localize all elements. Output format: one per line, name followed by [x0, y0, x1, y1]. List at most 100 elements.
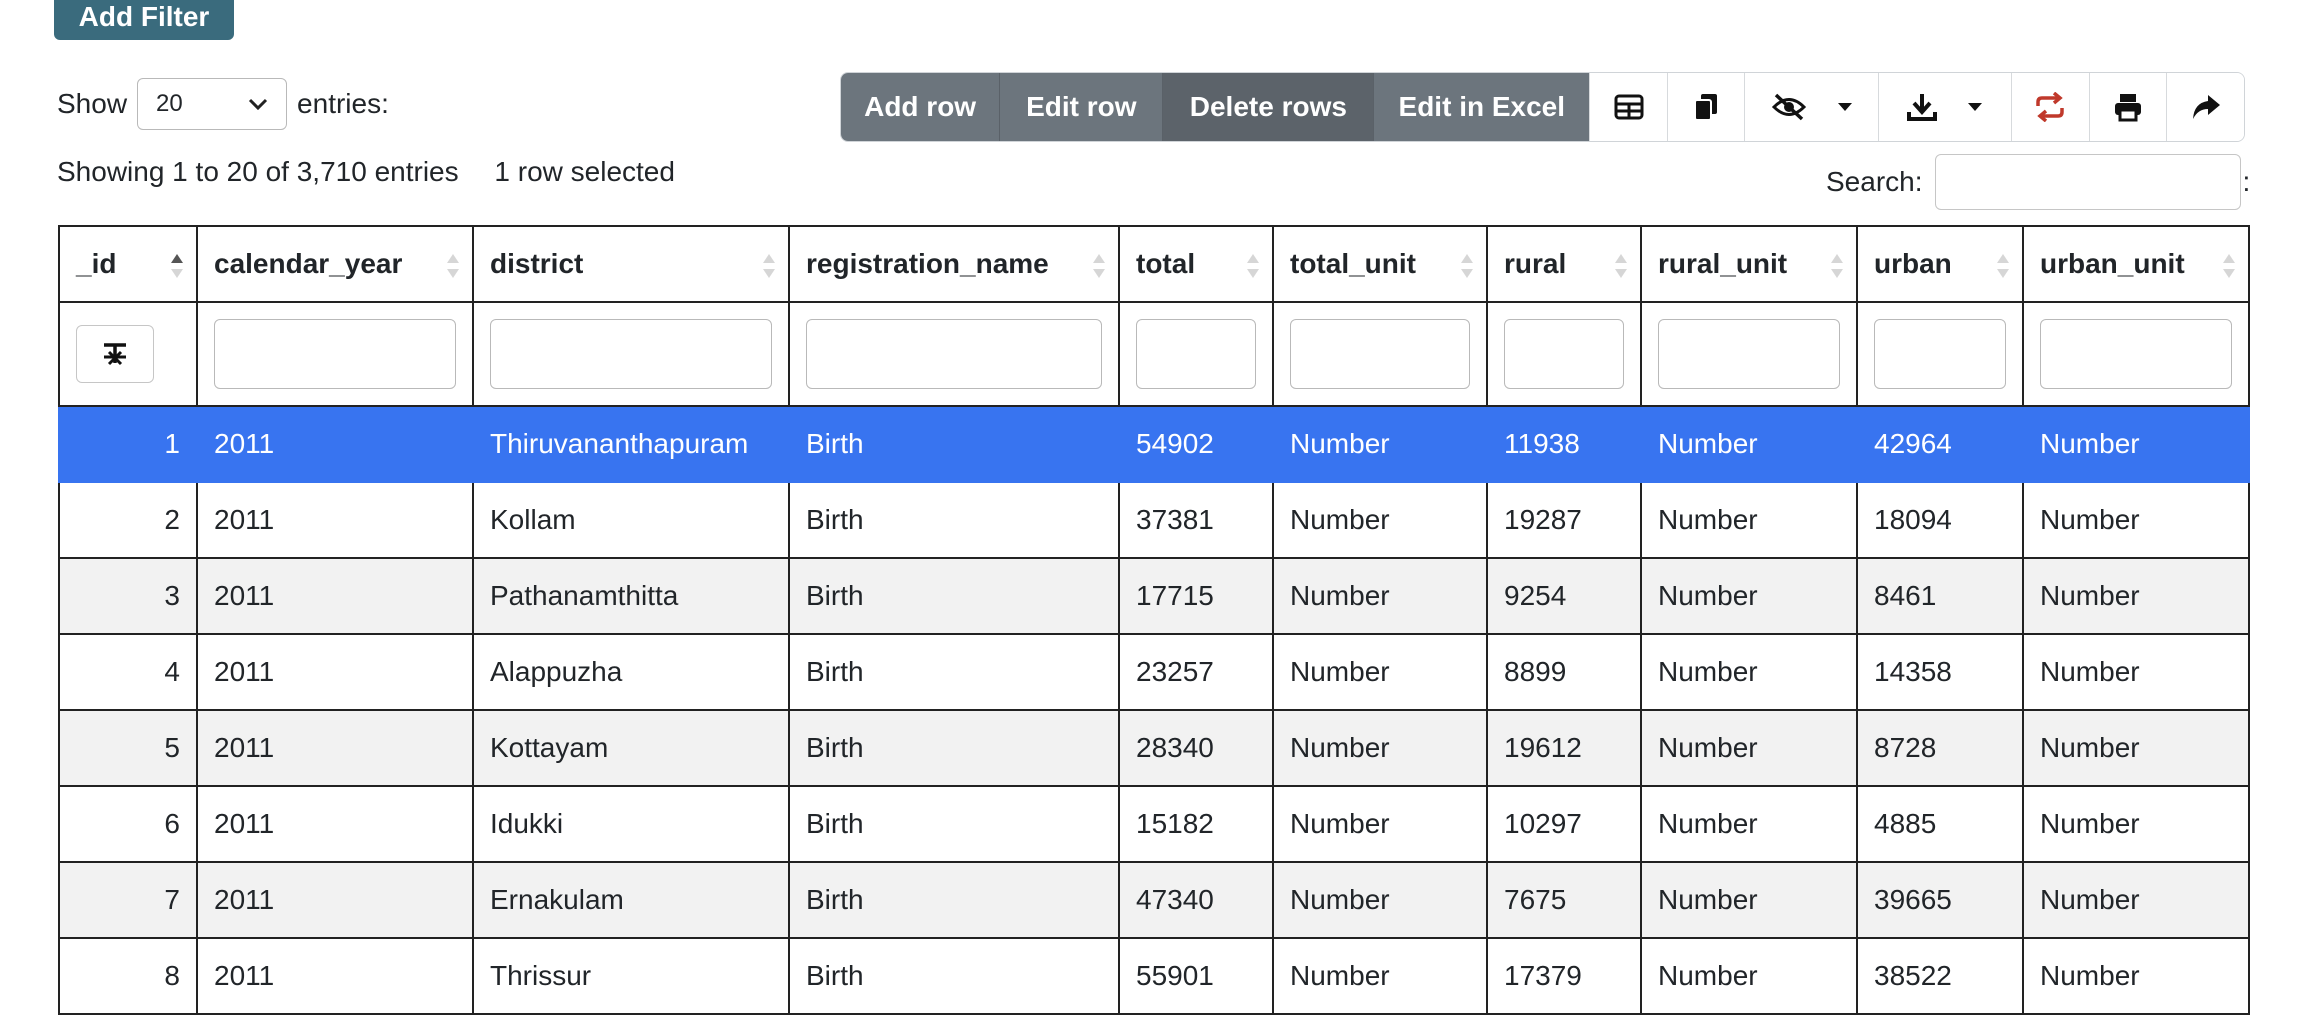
cell-total-unit[interactable]: Number: [1272, 633, 1488, 711]
column-header-district[interactable]: district: [472, 225, 790, 303]
cell-district[interactable]: Ernakulam: [472, 861, 790, 939]
column-header-registration-name[interactable]: registration_name: [788, 225, 1120, 303]
cell-calendar-year[interactable]: 2011: [196, 405, 474, 483]
filter-input-registration-name[interactable]: [806, 319, 1102, 389]
filter-input-urban[interactable]: [1874, 319, 2006, 389]
cell-total-unit[interactable]: Number: [1272, 405, 1488, 483]
cell-total-unit[interactable]: Number: [1272, 937, 1488, 1015]
column-header-rural[interactable]: rural: [1486, 225, 1642, 303]
cell-rural[interactable]: 9254: [1486, 557, 1642, 635]
cell-calendar-year[interactable]: 2011: [196, 557, 474, 635]
cell-id[interactable]: 7: [58, 861, 198, 939]
cell-registration-name[interactable]: Birth: [788, 405, 1120, 483]
cell-calendar-year[interactable]: 2011: [196, 861, 474, 939]
table-row[interactable]: 4 2011 Alappuzha Birth 23257 Number 8899 Number…: [58, 633, 2250, 711]
filter-input-rural[interactable]: [1504, 319, 1624, 389]
cell-rural-unit[interactable]: Number: [1640, 405, 1858, 483]
filter-input-calendar-year[interactable]: [214, 319, 456, 389]
cell-urban-unit[interactable]: Number: [2022, 785, 2250, 863]
cell-urban[interactable]: 8461: [1856, 557, 2024, 635]
cell-total[interactable]: 54902: [1118, 405, 1274, 483]
table-row[interactable]: 8 2011 Thrissur Birth 55901 Number 17379 Number…: [58, 937, 2250, 1015]
cell-rural[interactable]: 10297: [1486, 785, 1642, 863]
cell-calendar-year[interactable]: 2011: [196, 481, 474, 559]
refresh-button[interactable]: [2011, 73, 2089, 141]
table-row[interactable]: 6 2011 Idukki Birth 15182 Number 10297 Number 48…: [58, 785, 2250, 863]
cell-district[interactable]: Thiruvananthapuram: [472, 405, 790, 483]
cell-urban-unit[interactable]: Number: [2022, 633, 2250, 711]
table-row[interactable]: 1 2011 Thiruvananthapuram Birth 54902 Number 1…: [58, 405, 2250, 483]
cell-registration-name[interactable]: Birth: [788, 861, 1120, 939]
cell-calendar-year[interactable]: 2011: [196, 633, 474, 711]
cell-rural-unit[interactable]: Number: [1640, 937, 1858, 1015]
cell-urban-unit[interactable]: Number: [2022, 405, 2250, 483]
cell-total[interactable]: 37381: [1118, 481, 1274, 559]
cell-urban[interactable]: 39665: [1856, 861, 2024, 939]
cell-urban[interactable]: 8728: [1856, 709, 2024, 787]
cell-district[interactable]: Thrissur: [472, 937, 790, 1015]
cell-rural-unit[interactable]: Number: [1640, 633, 1858, 711]
cell-total-unit[interactable]: Number: [1272, 709, 1488, 787]
cell-rural[interactable]: 11938: [1486, 405, 1642, 483]
cell-calendar-year[interactable]: 2011: [196, 709, 474, 787]
cell-rural-unit[interactable]: Number: [1640, 481, 1858, 559]
filter-input-total-unit[interactable]: [1290, 319, 1470, 389]
filter-input-total[interactable]: [1136, 319, 1256, 389]
add-filter-button[interactable]: Add Filter: [54, 0, 234, 40]
cell-urban-unit[interactable]: Number: [2022, 937, 2250, 1015]
cell-total[interactable]: 23257: [1118, 633, 1274, 711]
cell-total-unit[interactable]: Number: [1272, 785, 1488, 863]
cell-rural[interactable]: 19612: [1486, 709, 1642, 787]
column-header-id[interactable]: _id: [58, 225, 198, 303]
filter-input-urban-unit[interactable]: [2040, 319, 2232, 389]
column-header-rural-unit[interactable]: rural_unit: [1640, 225, 1858, 303]
cell-urban[interactable]: 18094: [1856, 481, 2024, 559]
column-header-total[interactable]: total: [1118, 225, 1274, 303]
cell-rural-unit[interactable]: Number: [1640, 557, 1858, 635]
cell-calendar-year[interactable]: 2011: [196, 785, 474, 863]
column-header-urban[interactable]: urban: [1856, 225, 2024, 303]
cell-id[interactable]: 6: [58, 785, 198, 863]
table-row[interactable]: 3 2011 Pathanamthitta Birth 17715 Number 9254 N…: [58, 557, 2250, 635]
column-header-total-unit[interactable]: total_unit: [1272, 225, 1488, 303]
cell-rural[interactable]: 19287: [1486, 481, 1642, 559]
table-row[interactable]: 7 2011 Ernakulam Birth 47340 Number 7675 Number…: [58, 861, 2250, 939]
cell-district[interactable]: Kollam: [472, 481, 790, 559]
cell-urban-unit[interactable]: Number: [2022, 481, 2250, 559]
column-visibility-button[interactable]: [1744, 73, 1878, 141]
cell-urban-unit[interactable]: Number: [2022, 709, 2250, 787]
column-header-urban-unit[interactable]: urban_unit: [2022, 225, 2250, 303]
clear-filters-button[interactable]: [76, 325, 154, 383]
column-layout-button[interactable]: [1589, 73, 1667, 141]
cell-rural-unit[interactable]: Number: [1640, 785, 1858, 863]
search-input[interactable]: [1934, 154, 2241, 210]
cell-urban-unit[interactable]: Number: [2022, 861, 2250, 939]
cell-id[interactable]: 5: [58, 709, 198, 787]
edit-row-button[interactable]: Edit row: [1000, 73, 1164, 141]
cell-total[interactable]: 47340: [1118, 861, 1274, 939]
cell-total[interactable]: 15182: [1118, 785, 1274, 863]
cell-urban-unit[interactable]: Number: [2022, 557, 2250, 635]
cell-total-unit[interactable]: Number: [1272, 557, 1488, 635]
cell-total-unit[interactable]: Number: [1272, 481, 1488, 559]
copy-button[interactable]: [1666, 73, 1745, 141]
cell-district[interactable]: Idukki: [472, 785, 790, 863]
cell-rural-unit[interactable]: Number: [1640, 709, 1858, 787]
filter-input-rural-unit[interactable]: [1658, 319, 1840, 389]
print-button[interactable]: [2088, 73, 2167, 141]
cell-urban[interactable]: 42964: [1856, 405, 2024, 483]
cell-total-unit[interactable]: Number: [1272, 861, 1488, 939]
cell-urban[interactable]: 38522: [1856, 937, 2024, 1015]
download-button[interactable]: [1877, 73, 2012, 141]
cell-rural-unit[interactable]: Number: [1640, 861, 1858, 939]
cell-registration-name[interactable]: Birth: [788, 937, 1120, 1015]
cell-registration-name[interactable]: Birth: [788, 633, 1120, 711]
cell-id[interactable]: 4: [58, 633, 198, 711]
cell-calendar-year[interactable]: 2011: [196, 937, 474, 1015]
cell-rural[interactable]: 17379: [1486, 937, 1642, 1015]
table-row[interactable]: 2 2011 Kollam Birth 37381 Number 19287 Number 18…: [58, 481, 2250, 559]
cell-registration-name[interactable]: Birth: [788, 709, 1120, 787]
cell-id[interactable]: 3: [58, 557, 198, 635]
cell-registration-name[interactable]: Birth: [788, 785, 1120, 863]
cell-id[interactable]: 8: [58, 937, 198, 1015]
